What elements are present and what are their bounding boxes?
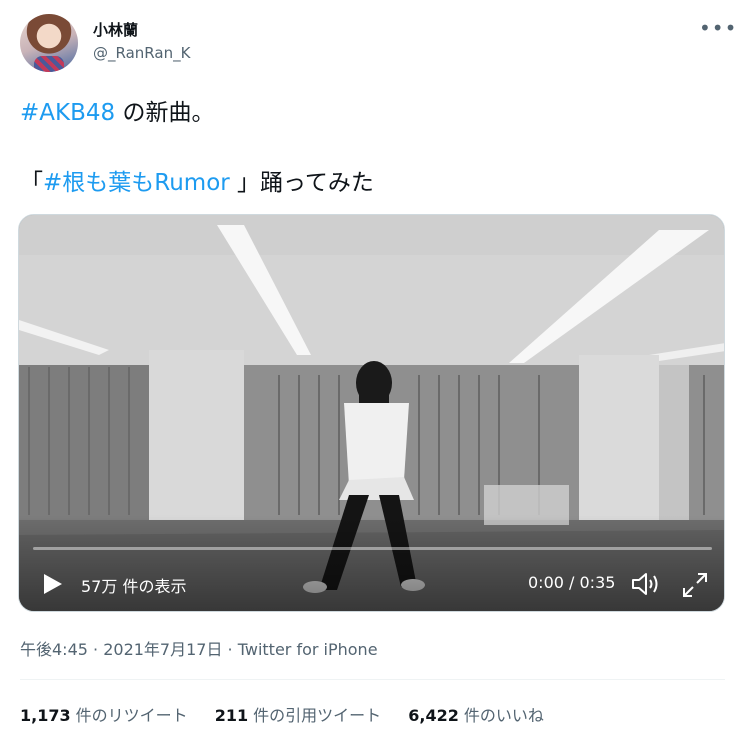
tweet-text: 」踊ってみた bbox=[229, 170, 374, 196]
likes-stat[interactable]: 6,422 件のいいね bbox=[408, 702, 544, 726]
hashtag-rumor[interactable]: #根も葉もRumor bbox=[43, 170, 230, 196]
likes-label: 件のいいね bbox=[463, 706, 544, 725]
fullscreen-icon[interactable] bbox=[681, 571, 709, 599]
likes-count: 6,422 bbox=[408, 706, 459, 725]
retweets-count: 1,173 bbox=[20, 706, 71, 725]
tweet-meta: 午後4:45 · 2021年7月17日 · Twitter for iPhone bbox=[20, 636, 378, 660]
tweet-stats: 1,173 件のリツイート 211 件の引用ツイート 6,422 件のいいね bbox=[20, 702, 566, 726]
tweet-date[interactable]: 2021年7月17日 bbox=[103, 640, 222, 659]
tweet-text-line-1: #AKB48 の新曲。 bbox=[20, 98, 214, 128]
progress-bar[interactable] bbox=[33, 547, 712, 550]
tweet-source[interactable]: Twitter for iPhone bbox=[238, 640, 378, 659]
volume-icon[interactable] bbox=[631, 571, 661, 597]
author-name[interactable]: 小林蘭 bbox=[93, 19, 138, 40]
bracket-open: 「 bbox=[20, 170, 43, 196]
more-icon[interactable]: ••• bbox=[699, 16, 735, 44]
divider bbox=[20, 679, 725, 680]
tweet-text-line-2: 「#根も葉もRumor 」踊ってみた bbox=[20, 168, 374, 198]
view-count: 57万 件の表示 bbox=[81, 577, 187, 596]
quotes-count: 211 bbox=[214, 706, 249, 725]
author-handle[interactable]: @_RanRan_K bbox=[93, 44, 190, 62]
video-frame bbox=[19, 215, 724, 611]
retweets-label: 件のリツイート bbox=[75, 706, 188, 725]
play-icon[interactable] bbox=[41, 573, 63, 595]
retweets-stat[interactable]: 1,173 件のリツイート bbox=[20, 702, 188, 726]
meta-separator: · bbox=[222, 640, 238, 659]
quotes-label: 件の引用ツイート bbox=[253, 706, 382, 725]
video-time: 0:00 / 0:35 bbox=[528, 573, 616, 592]
quotes-stat[interactable]: 211 件の引用ツイート bbox=[215, 702, 381, 726]
avatar[interactable] bbox=[20, 14, 78, 72]
tweet-time[interactable]: 午後4:45 bbox=[20, 640, 88, 659]
hashtag-akb48[interactable]: #AKB48 bbox=[20, 100, 115, 126]
video-player[interactable]: 57万 件の表示 0:00 / 0:35 bbox=[18, 214, 725, 612]
meta-separator: · bbox=[87, 640, 104, 659]
tweet-text: の新曲。 bbox=[115, 100, 215, 126]
